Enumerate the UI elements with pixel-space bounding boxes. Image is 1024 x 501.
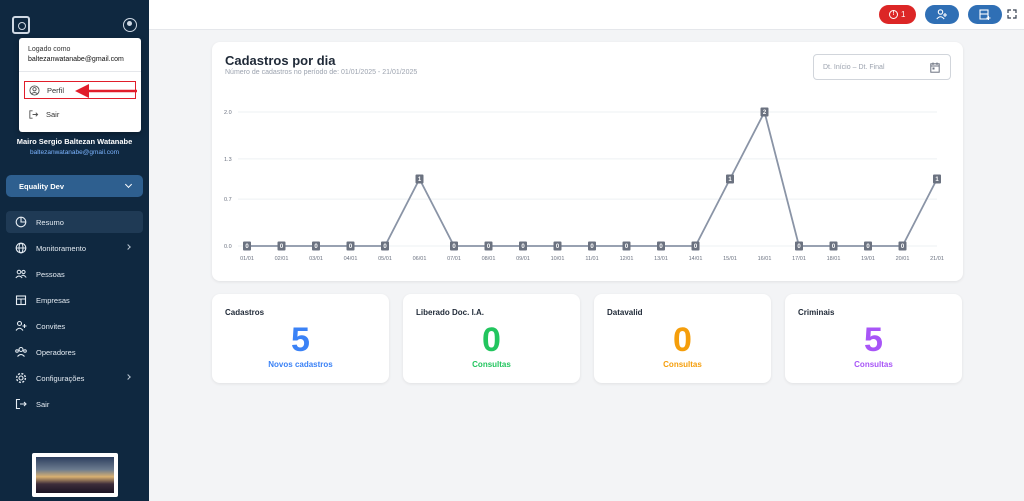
x-tick-label: 14/01 xyxy=(689,256,703,262)
sidebar-item-configuracoes[interactable]: Configurações xyxy=(6,367,143,389)
sidebar-item-label: Operadores xyxy=(36,348,76,357)
divider xyxy=(19,71,141,72)
stat-card-criminais: Criminais 5 Consultas xyxy=(785,294,962,383)
stat-subtitle: Consultas xyxy=(472,360,511,369)
fullscreen-icon[interactable] xyxy=(1007,9,1017,19)
stat-card-cadastros: Cadastros 5 Novos cadastros xyxy=(212,294,389,383)
chevron-right-icon xyxy=(125,244,131,250)
logged-as-caption: Logado como xyxy=(28,46,71,53)
logout-icon xyxy=(15,398,27,410)
sidebar-item-label: Convites xyxy=(36,322,66,331)
logout-menu-item[interactable]: Sair xyxy=(24,106,136,124)
operators-icon xyxy=(15,346,27,357)
store-button[interactable] xyxy=(968,5,1002,24)
store-icon xyxy=(979,9,991,20)
x-tick-label: 01/01 xyxy=(240,256,254,262)
x-tick-label: 08/01 xyxy=(482,256,496,262)
sidebar-item-pessoas[interactable]: Pessoas xyxy=(6,263,143,285)
x-tick-label: 06/01 xyxy=(413,256,427,262)
user-plus-icon xyxy=(936,9,947,20)
x-tick-label: 18/01 xyxy=(827,256,841,262)
x-tick-label: 02/01 xyxy=(275,256,289,262)
gear-icon xyxy=(15,372,27,384)
add-user-button[interactable] xyxy=(925,5,959,24)
x-tick-label: 11/01 xyxy=(585,256,598,262)
x-tick-label: 07/01 xyxy=(447,256,461,262)
chevron-down-icon xyxy=(124,180,133,189)
building-icon xyxy=(15,295,27,306)
stat-title: Cadastros xyxy=(225,308,265,317)
chevron-right-icon xyxy=(125,374,131,380)
sidebar-item-monitoramento[interactable]: Monitoramento xyxy=(6,237,143,259)
x-tick-label: 03/01 xyxy=(309,256,323,262)
y-tick-label: 1.3 xyxy=(224,157,232,163)
series-line xyxy=(247,109,938,247)
sidebar-item-label: Empresas xyxy=(36,296,70,305)
organization-select-label: Equality Dev xyxy=(19,182,65,191)
x-tick-label: 17/01 xyxy=(792,256,806,262)
sidebar-item-resumo[interactable]: Resumo xyxy=(6,211,143,233)
x-tick-label: 15/01 xyxy=(723,256,737,262)
sidebar-user-email: baltezanwatanabe@gmail.com xyxy=(30,149,119,156)
x-tick-label: 19/01 xyxy=(861,256,875,262)
x-tick-label: 16/01 xyxy=(758,256,772,262)
x-tick-label: 20/01 xyxy=(896,256,910,262)
stat-value: 5 xyxy=(864,321,883,359)
x-tick-label: 13/01 xyxy=(654,256,668,262)
stat-subtitle: Consultas xyxy=(854,360,893,369)
user-circle-icon xyxy=(29,85,40,96)
alert-icon: ! xyxy=(889,10,898,19)
stat-title: Datavalid xyxy=(607,308,643,317)
x-tick-label: 10/01 xyxy=(551,256,565,262)
organization-select[interactable]: Equality Dev xyxy=(6,175,143,197)
stat-card-liberado-doc-i-a: Liberado Doc. I.A. 0 Consultas xyxy=(403,294,580,383)
sidebar-user-name: Mairo Sergio Baltezan Watanabe xyxy=(16,137,133,146)
stat-title: Criminais xyxy=(798,308,835,317)
people-icon xyxy=(15,269,27,279)
logout-menu-label: Sair xyxy=(46,110,60,119)
logged-as-email: baltezanwatanabe@gmail.com xyxy=(28,56,124,63)
stat-value: 0 xyxy=(482,321,501,359)
sidebar-item-empresas[interactable]: Empresas xyxy=(6,289,143,311)
chart-card: Cadastros por dia Número de cadastros no… xyxy=(212,42,963,281)
y-tick-label: 0.0 xyxy=(224,244,232,250)
sidebar-item-label: Monitoramento xyxy=(36,244,87,253)
profile-menu-label: Perfil xyxy=(47,86,65,95)
stat-title: Liberado Doc. I.A. xyxy=(416,308,485,317)
y-tick-label: 2.0 xyxy=(224,110,232,116)
sidebar-item-label: Configurações xyxy=(36,374,85,383)
stat-card-datavalid: Datavalid 0 Consultas xyxy=(594,294,771,383)
x-tick-label: 12/01 xyxy=(620,256,634,262)
brand-image xyxy=(32,453,118,497)
alert-count: 1 xyxy=(901,10,906,19)
y-tick-label: 0.7 xyxy=(224,197,232,203)
sidebar-item-label: Resumo xyxy=(36,218,64,227)
user-plus-icon xyxy=(15,320,27,331)
sidebar-item-sair[interactable]: Sair xyxy=(6,393,143,415)
x-tick-label: 21/01 xyxy=(930,256,944,262)
stat-value: 0 xyxy=(673,321,692,359)
x-tick-label: 05/01 xyxy=(378,256,392,262)
sidebar-item-convites[interactable]: Convites xyxy=(6,315,143,337)
line-chart: 0.0 0.7 1.3 2.0 01/01 02/01 03/01 04/01 05/01 06/… xyxy=(224,107,944,262)
alerts-button[interactable]: ! 1 xyxy=(879,5,916,24)
sidebar-item-label: Sair xyxy=(36,400,50,409)
sidebar-item-label: Pessoas xyxy=(36,270,65,279)
pie-chart-icon xyxy=(15,216,27,228)
user-account-icon[interactable] xyxy=(123,18,137,32)
logout-icon xyxy=(29,110,39,119)
x-tick-label: 09/01 xyxy=(516,256,530,262)
stat-subtitle: Novos cadastros xyxy=(268,360,333,369)
stat-value: 5 xyxy=(291,321,310,359)
sidebar-item-operadores[interactable]: Operadores xyxy=(6,341,143,363)
stat-subtitle: Consultas xyxy=(663,360,702,369)
globe-icon xyxy=(15,242,27,254)
red-arrow-annotation xyxy=(75,84,137,98)
x-tick-label: 04/01 xyxy=(344,256,358,262)
logo-icon[interactable] xyxy=(12,16,30,34)
